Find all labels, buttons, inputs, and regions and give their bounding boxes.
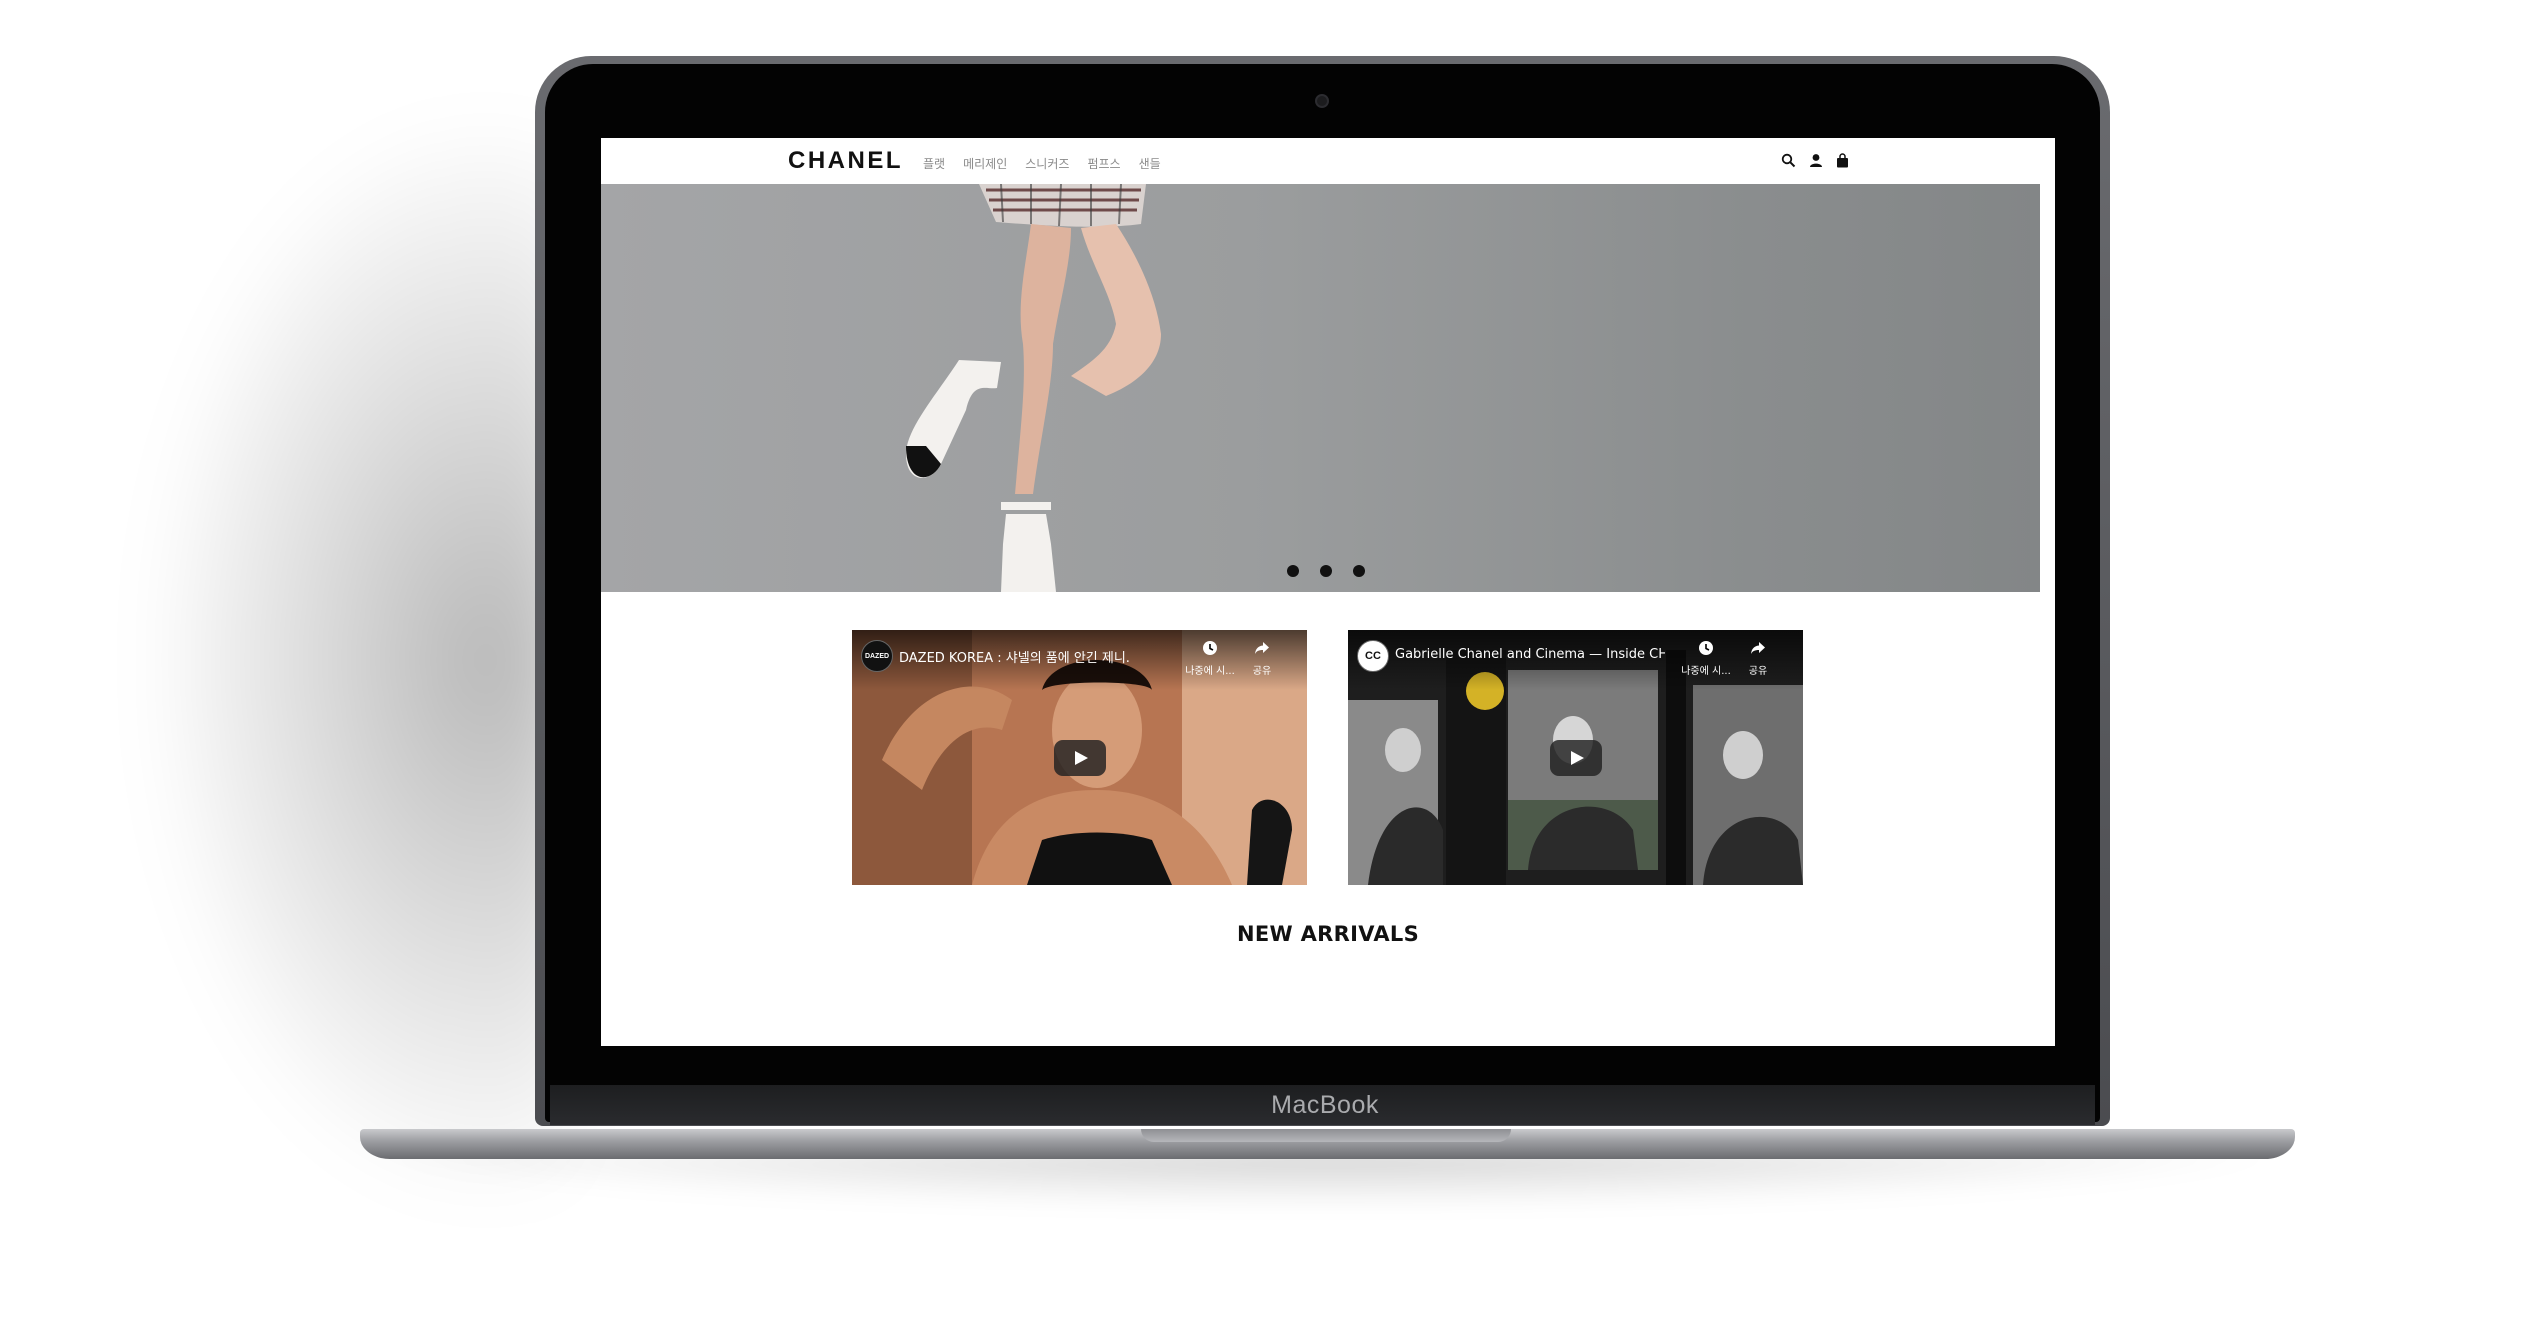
channel-avatar[interactable]: CC [1357, 640, 1389, 672]
hero-model-illustration [906, 184, 1161, 592]
share-button[interactable]: 공유 [1232, 640, 1292, 677]
site-logo[interactable]: CHANEL [788, 147, 903, 175]
nav-links: 플랫 메리제인 스니커즈 펌프스 샌들 [923, 155, 1161, 172]
share-icon [1751, 642, 1765, 654]
video-embed[interactable]: DAZED DAZED KOREA : 샤넬의 품에 안긴 제니. 나중에 시.… [852, 630, 1307, 885]
carousel-dot[interactable] [1287, 565, 1299, 577]
nav-link-pumps[interactable]: 펌프스 [1087, 155, 1120, 172]
browser-screen: CHANEL 플랫 메리제인 스니커즈 펌프스 샌들 DAZED DAZED K… [601, 138, 2055, 1046]
channel-avatar[interactable]: DAZED [861, 640, 893, 672]
play-button[interactable] [1549, 739, 1602, 776]
device-brand-label: MacBook [1271, 1091, 1379, 1119]
video-title[interactable]: DAZED KOREA : 샤넬의 품에 안긴 제니. [899, 647, 1169, 666]
share-icon [1255, 642, 1269, 654]
share-label: 공유 [1748, 666, 1768, 677]
camera-icon [1315, 94, 1329, 108]
shopping-bag-icon[interactable] [1834, 152, 1851, 169]
laptop-shadow [150, 120, 570, 1200]
section-title: NEW ARRIVALS [1237, 922, 1419, 946]
clock-icon [1203, 641, 1217, 655]
carousel-dot[interactable] [1320, 565, 1332, 577]
user-icon[interactable] [1807, 152, 1824, 169]
nav-link-sneakers[interactable]: 스니커즈 [1025, 155, 1069, 172]
video-title[interactable]: Gabrielle Chanel and Cinema — Inside CHA… [1395, 647, 1665, 662]
watch-later-label: 나중에 시... [1185, 666, 1235, 677]
video-embed[interactable]: CC Gabrielle Chanel and Cinema — Inside … [1348, 630, 1803, 885]
watch-later-label: 나중에 시... [1681, 666, 1731, 677]
play-button[interactable] [1053, 739, 1106, 776]
carousel-dots [1287, 565, 1365, 577]
share-button[interactable]: 공유 [1728, 640, 1788, 677]
nav-icons [1780, 152, 1851, 169]
watch-later-button[interactable]: 나중에 시... [1676, 640, 1736, 677]
base-shadow [360, 1150, 2300, 1210]
share-label: 공유 [1252, 666, 1272, 677]
nav-link-sandals[interactable]: 샌들 [1139, 155, 1161, 172]
top-nav: CHANEL 플랫 메리제인 스니커즈 펌프스 샌들 [601, 138, 2055, 184]
carousel-dot[interactable] [1353, 565, 1365, 577]
clock-icon [1699, 641, 1713, 655]
laptop-notch [1141, 1129, 1511, 1142]
watch-later-button[interactable]: 나중에 시... [1180, 640, 1240, 677]
scene: MacBook CHANEL 플랫 메리제인 스니커즈 펌프스 샌들 DAZED… [0, 0, 2541, 1331]
nav-link-mary-jane[interactable]: 메리제인 [963, 155, 1007, 172]
hero-banner[interactable] [601, 184, 2040, 592]
search-icon[interactable] [1780, 152, 1797, 169]
nav-link-flat[interactable]: 플랫 [923, 155, 945, 172]
